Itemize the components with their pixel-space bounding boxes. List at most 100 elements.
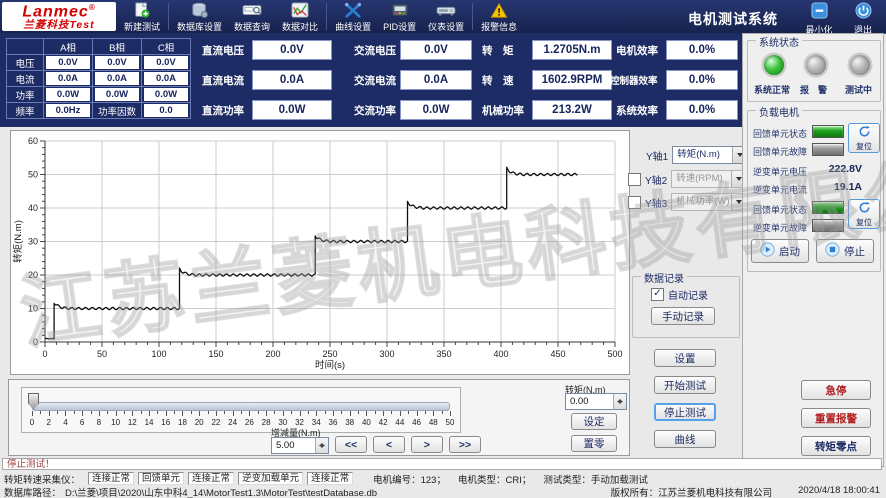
set-button[interactable]: 设定	[571, 413, 617, 430]
motor-efficiency-label: 电机效率	[616, 43, 658, 58]
start-test-button[interactable]: 开始测试	[654, 376, 716, 394]
db-path-value: D:\兰菱\项目\2020\山东中科4_14\MotorTest1.3\Moto…	[65, 485, 377, 498]
motor-number: 电机编号：123；	[373, 472, 446, 486]
inverter-current-value: 19.1A	[814, 181, 862, 193]
slider-tick	[308, 411, 309, 414]
slider-tick	[350, 411, 351, 416]
manual-record-button[interactable]: 手动记录	[651, 307, 715, 325]
slider-tick	[417, 411, 418, 416]
slider-tick-label: 8	[97, 418, 101, 427]
controller-efficiency-label: 控制器效率	[610, 73, 658, 87]
play-icon	[760, 242, 775, 260]
alarm-led	[804, 53, 828, 77]
minimize-button[interactable]: 最小化	[800, 2, 838, 31]
slider-tick	[391, 411, 392, 414]
torque-set-spinner[interactable]: 0.00	[565, 393, 627, 410]
toolbar-item-database-settings[interactable]: 数据库设置	[171, 0, 228, 33]
slider-tick-label: 22	[211, 418, 220, 427]
decrease-button[interactable]: <	[373, 436, 405, 453]
fast-increase-button[interactable]: >>	[449, 436, 481, 453]
toolbar-item-data-compare[interactable]: 数据对比	[276, 0, 324, 33]
slider-tick	[49, 411, 50, 416]
y-axis-1-dropdown[interactable]: 转矩(N.m)	[672, 146, 748, 164]
start-motor-button[interactable]: 启动	[751, 239, 809, 263]
y-axis-1-row: Y轴1 转矩(N.m)	[646, 146, 748, 164]
power-factor-value: 0.0	[144, 104, 188, 117]
data-record-group: 数据记录 ✓ 自动记录 手动记录	[632, 276, 740, 338]
toolbar-item-data-query[interactable]: 数据查询	[228, 0, 276, 33]
phase-c-voltage: 0.0V	[144, 56, 188, 69]
slider-tick	[74, 411, 75, 414]
slider-tick-label: 50	[446, 418, 455, 427]
torque-zero-button[interactable]: 转矩零点	[801, 436, 871, 456]
svg-text:250: 250	[322, 349, 337, 359]
stop-test-button[interactable]: 停止测试	[654, 403, 716, 421]
increase-button[interactable]: >	[411, 436, 443, 453]
spinner-down-icon[interactable]	[316, 446, 328, 454]
toolbar-item-label: 数据库设置	[177, 20, 222, 33]
copyright-text: 版权所有：江苏兰菱机电科技有限公司	[611, 485, 773, 498]
dc-current-value: 0.0A	[252, 70, 332, 90]
stop-motor-button[interactable]: 停止	[816, 239, 874, 263]
stop-motor-label: 停止	[844, 244, 865, 259]
toolbar-item-meter-settings[interactable]: 仪表设置	[422, 0, 470, 33]
y-axis-3-checkbox[interactable]	[628, 196, 641, 209]
ac-voltage-value: 0.0V	[400, 40, 472, 60]
ac-power-label: 交流功率	[354, 103, 396, 118]
zero-button[interactable]: 置零	[571, 435, 617, 452]
toolbar-item-label: 新建测试	[124, 20, 160, 33]
feedback-status-label: 回馈单元状态	[753, 127, 807, 140]
app-title: 电机测试系统	[688, 9, 778, 29]
torque-chart: 0102030405060050100150200250300350400450…	[10, 130, 630, 375]
stop-icon	[825, 242, 840, 260]
alarm-label: 报 警	[800, 83, 827, 96]
db-path-label: 数据库路径：	[4, 485, 61, 498]
phase-b-current: 0.0A	[95, 72, 139, 85]
inverter-reset-button[interactable]: 复位	[848, 199, 880, 229]
phase-a-header: A相	[44, 39, 93, 55]
exit-button[interactable]: 退出	[844, 2, 882, 31]
fast-decrease-button[interactable]: <<	[335, 436, 367, 453]
power-factor-label: 功率因数	[93, 103, 142, 119]
slider-tick-label: 12	[128, 418, 137, 427]
emergency-stop-button[interactable]: 急停	[801, 380, 871, 400]
brand-subtitle: 兰菱科技Test	[2, 20, 116, 31]
slider-tick	[442, 411, 443, 414]
auto-record-checkbox[interactable]: ✓	[651, 288, 664, 301]
curve-button[interactable]: 曲线	[654, 430, 716, 448]
y-axis-2-row: Y轴2 转速(RPM)	[628, 170, 747, 188]
settings-button[interactable]: 设置	[654, 349, 716, 367]
toolbar-item-alarm-info[interactable]: 报警信息	[475, 0, 523, 33]
step-amount-spinner[interactable]: 5.00	[271, 437, 329, 454]
reset-label: 复位	[856, 217, 872, 228]
slider-tick	[241, 411, 242, 414]
y-axis-3-dropdown[interactable]: 机械功率(W)	[671, 193, 747, 211]
svg-text:10: 10	[28, 304, 38, 314]
slider-tick-label: 20	[195, 418, 204, 427]
slider-tick-label: 42	[379, 418, 388, 427]
toolbar-item-pid-settings[interactable]: PID设置	[377, 0, 422, 33]
slider-tick	[333, 411, 334, 416]
slider-tick-label: 26	[245, 418, 254, 427]
svg-text:350: 350	[436, 349, 451, 359]
slider-tick	[174, 411, 175, 414]
y-axis-2-dropdown[interactable]: 转速(RPM)	[671, 170, 747, 188]
power-row-label: 功率	[7, 87, 44, 103]
datetime-text: 2020/4/18 18:00:41	[798, 485, 880, 498]
svg-text:50: 50	[28, 170, 38, 180]
system-efficiency-label: 系统效率	[616, 103, 658, 118]
inverter-voltage-value: 222.8V	[814, 163, 862, 175]
spinner-down-icon[interactable]	[614, 402, 626, 410]
reset-alarm-button[interactable]: 重置报警	[801, 408, 871, 428]
y-axis-2-checkbox[interactable]	[628, 173, 641, 186]
toolbar-item-curve-settings[interactable]: 曲线设置	[329, 0, 377, 33]
svg-text:300: 300	[379, 349, 394, 359]
phase-table-corner	[7, 39, 44, 55]
toolbar-item-new-test[interactable]: 新建测试	[118, 0, 166, 33]
data-query-icon	[242, 2, 262, 19]
phase-b-power: 0.0W	[95, 88, 139, 101]
torque-slider-track[interactable]: 0246810121416182022242628303234363840424…	[32, 392, 450, 428]
feedback-reset-button[interactable]: 复位	[848, 123, 880, 153]
svg-text:400: 400	[493, 349, 508, 359]
acquisition-state: 连接正常	[88, 472, 134, 485]
